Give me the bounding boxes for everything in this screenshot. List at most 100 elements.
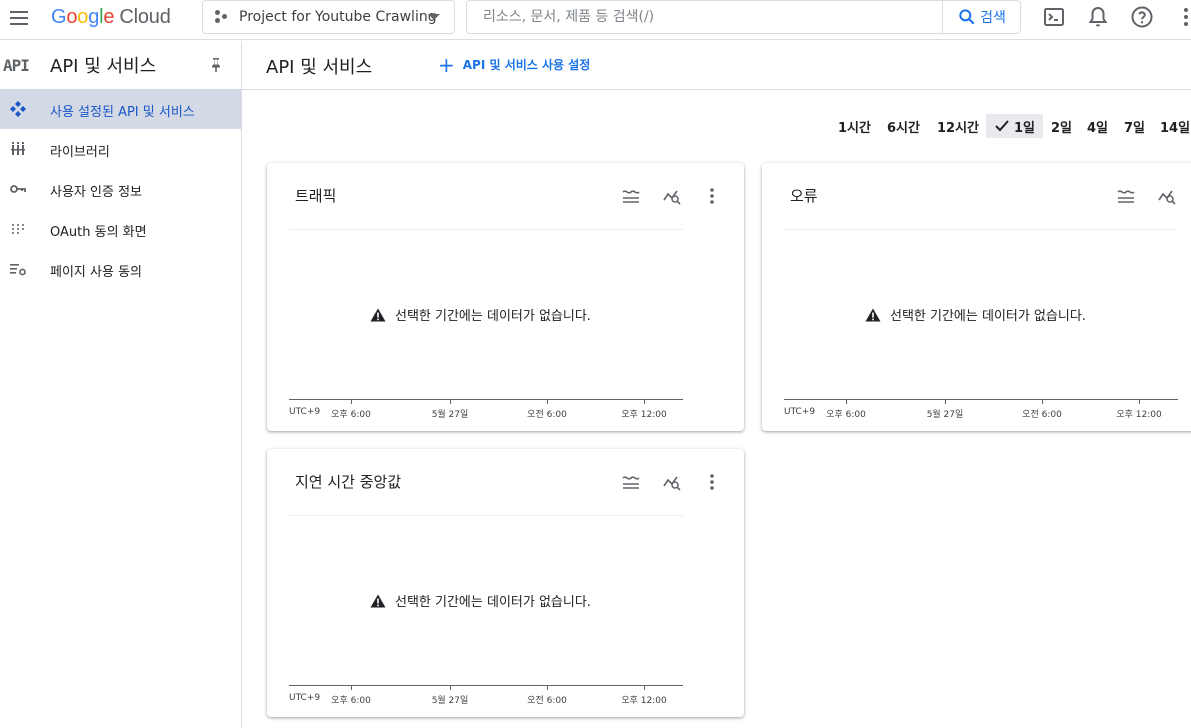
menu-icon[interactable]	[8, 6, 32, 30]
range-label: 1시간	[838, 120, 871, 136]
axis-tick	[846, 399, 847, 404]
axis-tick	[450, 685, 451, 690]
page-title: API 및 서비스	[266, 57, 373, 78]
no-data-text: 선택한 기간에는 데이터가 없습니다.	[395, 595, 591, 610]
range-label: 7일	[1124, 120, 1146, 136]
range-label: 4일	[1087, 120, 1109, 136]
sidebar-item-label: 사용자 인증 정보	[50, 185, 142, 200]
pin-icon[interactable]	[209, 57, 223, 73]
axis-tick-label: 오후 12:00	[1116, 410, 1162, 420]
oauth-grid-icon	[12, 224, 24, 234]
more-vert-icon[interactable]	[702, 186, 722, 206]
no-data-text: 선택한 기간에는 데이터가 없습니다.	[395, 309, 591, 324]
range-label: 14일	[1160, 120, 1191, 136]
axis-tick-label: 오전 6:00	[527, 410, 567, 420]
search-button[interactable]: 검색	[942, 1, 1020, 33]
axis-tick-label: 5월 27일	[431, 410, 469, 420]
sidebar-item-label: 페이지 사용 동의	[50, 265, 142, 280]
card-divider	[289, 229, 683, 230]
help-icon[interactable]	[1130, 5, 1154, 29]
range-7d[interactable]: 7일	[1124, 114, 1145, 138]
search-input[interactable]	[467, 1, 942, 33]
axis-tick	[945, 399, 946, 404]
card-title: 오류	[790, 187, 818, 205]
timezone-label: UTC+9	[784, 407, 816, 417]
add-icon: +	[438, 52, 455, 77]
axis-tick-label: 오후 12:00	[621, 410, 667, 420]
chart-card-latency: 지연 시간 중앙값 선택한 기간에는 데이터가 없습니다. UTC+9 오후 6…	[267, 449, 744, 717]
search-button-label: 검색	[980, 10, 1006, 26]
axis-tick	[547, 399, 548, 404]
chart-card-traffic: 트래픽 선택한 기간에는 데이터가 없습니다. UTC+9 오후 6:00 5월 …	[267, 163, 744, 431]
range-1h[interactable]: 1시간	[838, 114, 871, 138]
more-vert-icon[interactable]	[702, 472, 722, 492]
sidebar-item-oauth-consent[interactable]: OAuth 동의 화면	[0, 209, 241, 249]
page-settings-icon	[10, 264, 26, 276]
axis-tick	[351, 685, 352, 690]
enable-apis-label: API 및 서비스 사용 설정	[462, 58, 591, 72]
axis-tick-label: 5월 27일	[431, 696, 469, 706]
sidebar-item-credentials[interactable]: 사용자 인증 정보	[0, 169, 241, 209]
sidebar: API API 및 서비스 사용 설정된 API 및 서비스 라이브러리 사용자…	[0, 41, 242, 728]
time-range-selector: 1시간 6시간 12시간 1일 2일 4일 7일 14일	[0, 114, 1191, 138]
project-name: Project for Youtube Crawling	[239, 9, 437, 25]
explore-chart-icon[interactable]	[1157, 186, 1177, 206]
axis-tick	[1042, 399, 1043, 404]
key-icon	[10, 185, 26, 193]
sidebar-item-label: OAuth 동의 화면	[50, 225, 147, 240]
axis-tick-label: 오전 6:00	[527, 696, 567, 706]
card-divider	[289, 515, 683, 516]
axis-tick-label: 오후 6:00	[331, 410, 371, 420]
project-icon	[215, 10, 229, 24]
legend-toggle-icon[interactable]	[621, 186, 641, 206]
x-axis	[289, 399, 683, 400]
search-bar: 검색	[466, 0, 1021, 34]
range-label: 6시간	[887, 120, 920, 136]
axis-tick-label: 오후 6:00	[331, 696, 371, 706]
top-bar: Google Cloud Project for Youtube Crawling…	[0, 0, 1191, 40]
sidebar-item-page-consent[interactable]: 페이지 사용 동의	[0, 249, 241, 289]
sidebar-title: API 및 서비스	[50, 56, 157, 77]
no-data-message: 선택한 기간에는 데이터가 없습니다.	[370, 591, 591, 610]
axis-tick-label: 5월 27일	[926, 410, 964, 420]
no-data-message: 선택한 기간에는 데이터가 없습니다.	[370, 305, 591, 324]
enable-apis-button[interactable]: + API 및 서비스 사용 설정	[438, 52, 591, 77]
axis-tick	[644, 399, 645, 404]
warning-icon	[865, 308, 881, 321]
explore-chart-icon[interactable]	[662, 186, 682, 206]
no-data-text: 선택한 기간에는 데이터가 없습니다.	[890, 309, 1086, 324]
warning-icon	[370, 308, 386, 321]
axis-tick-label: 오전 6:00	[1022, 410, 1062, 420]
legend-toggle-icon[interactable]	[1116, 186, 1136, 206]
x-axis	[784, 399, 1178, 400]
notifications-bell-icon[interactable]	[1086, 5, 1110, 29]
timezone-label: UTC+9	[289, 693, 321, 703]
sidebar-item-label: 라이브러리	[50, 145, 110, 160]
card-title: 지연 시간 중앙값	[295, 473, 402, 491]
google-cloud-logo[interactable]: Google Cloud	[51, 6, 171, 29]
logo-cloud-text: Cloud	[119, 6, 171, 28]
more-vert-icon[interactable]	[1174, 5, 1191, 29]
no-data-message: 선택한 기간에는 데이터가 없습니다.	[865, 305, 1086, 324]
range-6h[interactable]: 6시간	[887, 114, 920, 138]
explore-chart-icon[interactable]	[662, 472, 682, 492]
range-12h[interactable]: 12시간	[937, 114, 979, 138]
axis-tick	[351, 399, 352, 404]
range-1d[interactable]: 1일	[986, 114, 1044, 138]
search-icon	[959, 9, 975, 25]
axis-tick	[450, 399, 451, 404]
range-14d[interactable]: 14일	[1160, 114, 1190, 138]
legend-toggle-icon[interactable]	[621, 472, 641, 492]
cloud-shell-icon[interactable]	[1042, 5, 1066, 29]
warning-icon	[370, 594, 386, 607]
library-icon	[11, 142, 25, 155]
range-2d[interactable]: 2일	[1051, 114, 1072, 138]
axis-tick	[547, 685, 548, 690]
range-label: 2일	[1051, 120, 1073, 136]
sidebar-header: API API 및 서비스	[0, 41, 241, 89]
range-4d[interactable]: 4일	[1087, 114, 1108, 138]
project-selector[interactable]: Project for Youtube Crawling	[202, 0, 455, 34]
main-header: API 및 서비스 + API 및 서비스 사용 설정	[242, 41, 1191, 90]
card-divider	[784, 229, 1178, 230]
chart-card-errors: 오류 선택한 기간에는 데이터가 없습니다. UTC+9 오후 6:00 5월 2…	[762, 163, 1191, 431]
